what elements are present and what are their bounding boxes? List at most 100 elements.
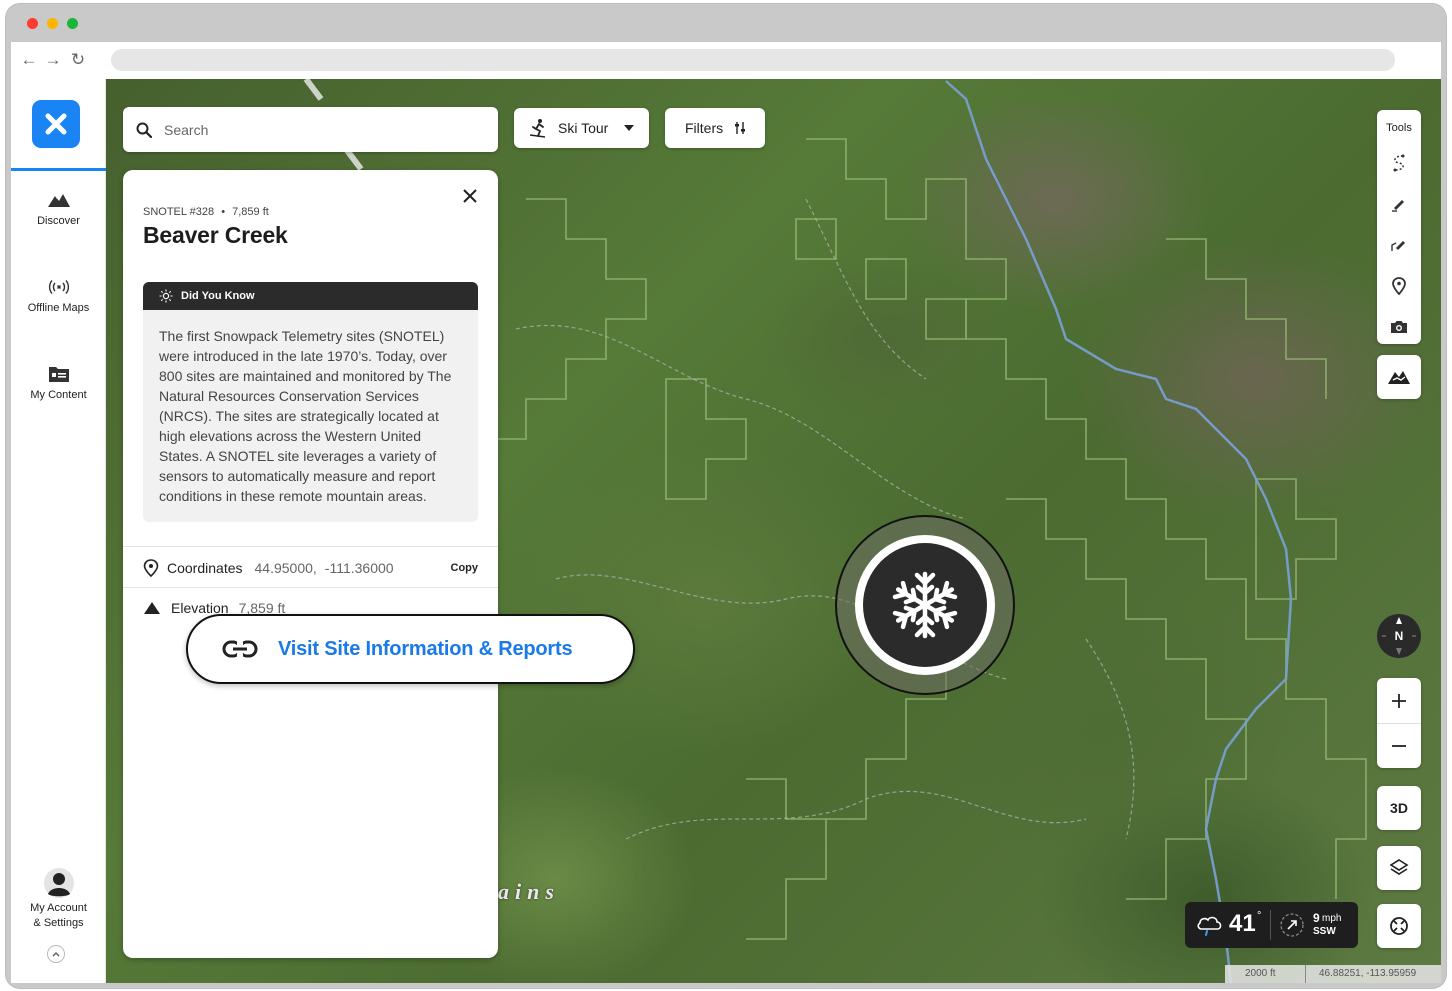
account-settings[interactable]: My Account & Settings <box>11 865 106 931</box>
activity-label: Ski Tour <box>558 120 609 136</box>
did-you-know-title: Did You Know <box>181 290 255 302</box>
close-window-button[interactable] <box>27 18 38 29</box>
location-pin-icon <box>143 559 159 577</box>
route-tool-button[interactable] <box>1389 153 1409 173</box>
draw-line-tool-button[interactable] <box>1389 194 1409 214</box>
layers-icon <box>1389 859 1409 875</box>
divider <box>123 587 498 588</box>
account-label-line2: & Settings <box>33 917 84 929</box>
scale-distance: 2000 ft <box>1245 968 1276 979</box>
wind-speed: 9 <box>1313 911 1320 925</box>
coordinates-lat: 44.95000, <box>254 560 317 576</box>
scale-bar: 2000 ft 46.88251, -113.95959 <box>1225 965 1441 983</box>
search-input[interactable] <box>164 121 464 138</box>
browser-toolbar: ← → ↻ <box>11 42 1441 79</box>
broadcast-icon <box>11 273 106 301</box>
coordinates-label: Coordinates <box>167 560 243 576</box>
close-icon <box>463 189 477 203</box>
site-meta: SNOTEL #328 • 7,859 ft <box>143 206 269 218</box>
compass-north-label: N <box>1394 629 1404 643</box>
zoom-out-button[interactable] <box>1377 723 1421 768</box>
coordinates-row: Coordinates 44.95000, -111.36000 Copy <box>143 556 478 580</box>
snotel-marker[interactable] <box>835 515 1015 695</box>
camera-icon <box>1391 321 1407 333</box>
layers-button[interactable] <box>1377 846 1421 890</box>
temperature-value: 41 <box>1229 910 1256 937</box>
weather-widget[interactable]: 41 ° 9 mph SSW <box>1185 902 1358 948</box>
mountain-icon <box>11 186 106 214</box>
terrain-button[interactable] <box>1377 355 1421 399</box>
mountain-peak-icon <box>144 602 160 614</box>
app-logo[interactable] <box>32 100 80 148</box>
title-bar <box>6 4 1446 42</box>
link-icon <box>222 640 258 658</box>
map-canvas[interactable]: ains Search Ski Tour Filters SNOTEL #328… <box>106 79 1441 983</box>
filters-label: Filters <box>685 120 724 136</box>
avatar <box>11 865 106 901</box>
toggle-3d-label: 3D <box>1390 800 1408 816</box>
forward-arrow-icon[interactable]: → <box>43 50 63 70</box>
chevron-up-icon <box>52 952 60 957</box>
compass-button[interactable]: N <box>1377 614 1421 658</box>
visit-site-link-label: Visit Site Information & Reports <box>278 637 573 660</box>
pencil-icon <box>1392 200 1404 212</box>
search-bar[interactable] <box>123 107 498 152</box>
filters-button[interactable]: Filters <box>665 108 765 148</box>
sidebar-item-my-content[interactable]: My Content <box>11 360 106 403</box>
did-you-know-header: Did You Know <box>143 282 478 310</box>
draw-area-tool-button[interactable] <box>1389 235 1409 255</box>
map-label-mountains: ains <box>498 879 560 904</box>
waypoint-tool-button[interactable] <box>1389 276 1409 296</box>
browser-window: ← → ↻ Discover Offline Maps My Content M… <box>6 4 1446 988</box>
photo-tool-button[interactable] <box>1389 317 1409 337</box>
coordinates-lon: -111.36000 <box>324 560 394 576</box>
minus-icon <box>1392 744 1406 747</box>
reload-icon[interactable]: ↻ <box>68 50 88 70</box>
close-panel-button[interactable] <box>460 186 480 206</box>
search-icon <box>136 122 152 138</box>
active-indicator <box>11 168 106 171</box>
copy-coordinates-button[interactable]: Copy <box>451 562 479 574</box>
toggle-3d-button[interactable]: 3D <box>1377 786 1421 830</box>
maximize-window-button[interactable] <box>67 18 78 29</box>
site-title: Beaver Creek <box>143 222 288 248</box>
visit-site-link-button[interactable]: Visit Site Information & Reports <box>186 614 635 684</box>
route-icon <box>1393 154 1405 172</box>
did-you-know-card: Did You Know The first Snowpack Telemetr… <box>143 282 478 522</box>
sidebar-item-offline-maps[interactable]: Offline Maps <box>11 273 106 316</box>
lightbulb-icon <box>159 289 173 303</box>
account-label-line1: My Account <box>30 902 87 914</box>
terrain-icon <box>1388 371 1410 384</box>
meta-separator: • <box>221 206 226 218</box>
map-pin-icon <box>1392 277 1406 295</box>
tools-panel: Tools <box>1377 110 1421 344</box>
zoom-in-button[interactable] <box>1377 678 1421 723</box>
sidebar: Discover Offline Maps My Content My Acco… <box>11 79 106 983</box>
site-id: SNOTEL #328 <box>143 206 215 218</box>
did-you-know-body: The first Snowpack Telemetry sites (SNOT… <box>159 328 452 504</box>
wind-direction: SSW <box>1313 926 1336 937</box>
snowflake-icon <box>890 571 960 640</box>
cloud-rain-icon <box>1197 916 1222 936</box>
divider <box>123 546 498 547</box>
wind-direction-icon <box>1280 913 1304 937</box>
skier-icon <box>529 119 546 138</box>
sidebar-item-discover[interactable]: Discover <box>11 186 106 229</box>
area-pencil-icon <box>1391 241 1405 251</box>
activity-dropdown[interactable]: Ski Tour <box>514 108 649 148</box>
crosshair-icon <box>1390 917 1408 935</box>
site-detail-panel: SNOTEL #328 • 7,859 ft Beaver Creek Did … <box>123 170 498 958</box>
address-bar[interactable] <box>111 49 1395 71</box>
wind-unit: mph <box>1322 913 1342 924</box>
folder-icon <box>11 360 106 388</box>
sidebar-item-label: Discover <box>37 215 80 227</box>
tools-title: Tools <box>1386 122 1412 134</box>
back-arrow-icon[interactable]: ← <box>19 50 39 70</box>
temperature-degree: ° <box>1257 910 1262 922</box>
app-area: Discover Offline Maps My Content My Acco… <box>11 79 1441 983</box>
locate-button[interactable] <box>1377 904 1421 948</box>
caret-down-icon <box>624 125 635 131</box>
cursor-coordinates: 46.88251, -113.95959 <box>1319 968 1417 979</box>
collapse-button[interactable] <box>47 945 65 963</box>
minimize-window-button[interactable] <box>47 18 58 29</box>
